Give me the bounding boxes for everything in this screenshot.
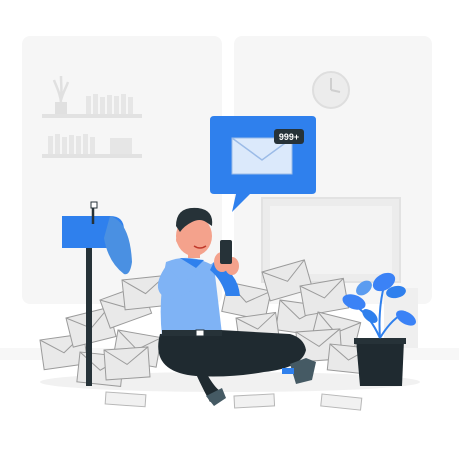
- unread-count-text: 999+: [279, 132, 299, 142]
- envelope-icon: [103, 346, 151, 381]
- wall-monitor-screen: [270, 206, 392, 274]
- illustration-canvas: 999+: [0, 36, 459, 411]
- shelf-books-top: [86, 94, 133, 114]
- shelf-top: [42, 114, 142, 118]
- floor-envelopes: [104, 391, 363, 411]
- smartphone-icon: [220, 240, 232, 264]
- clock-icon: [312, 71, 350, 109]
- shelf-bottom: [42, 154, 142, 158]
- person-belt: [162, 330, 222, 336]
- mail-overload-illustration: 999+: [0, 0, 459, 450]
